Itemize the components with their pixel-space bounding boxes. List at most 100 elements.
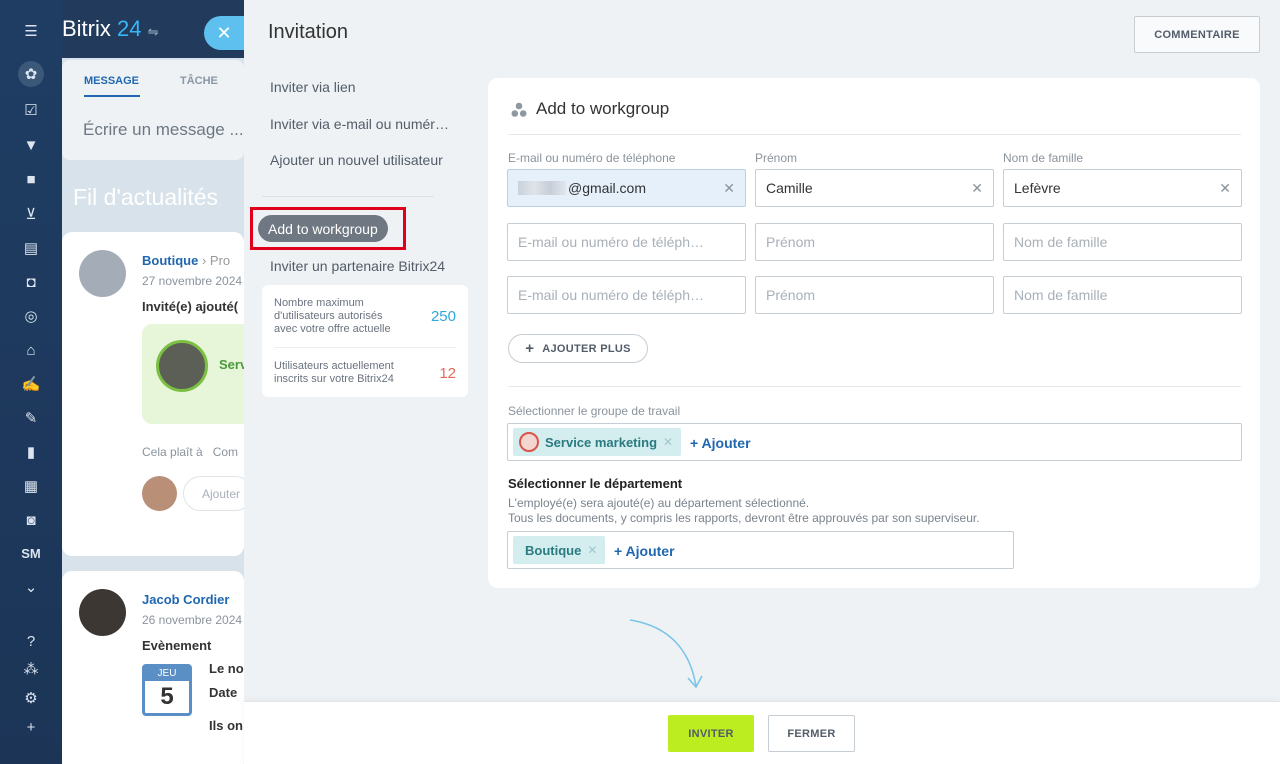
- max-users-label: Nombre maximum d'utilisateurs autorisés …: [274, 297, 391, 335]
- tasks-icon[interactable]: ☑: [18, 97, 44, 123]
- sm-item[interactable]: SM: [18, 540, 44, 566]
- lastname-field[interactable]: Lefèvre ✕: [1003, 169, 1242, 207]
- lastname-column-label: Nom de famille: [1003, 151, 1084, 165]
- firstname-field[interactable]: Camille ✕: [755, 169, 994, 207]
- email-field[interactable]: E-mail ou numéro de téléphone: [507, 276, 746, 314]
- post-author[interactable]: Jacob Cordier: [142, 592, 229, 607]
- avatar: [79, 250, 126, 297]
- nav-invite-link[interactable]: Inviter via lien: [270, 79, 452, 95]
- cart-icon[interactable]: ⊻: [18, 201, 44, 227]
- plus-icon: +: [525, 340, 535, 357]
- event-line: Date: [209, 685, 238, 700]
- footer-bar: INVITER FERMER: [244, 701, 1280, 764]
- email-field[interactable]: @gmail.com ✕: [507, 169, 746, 207]
- firstname-field[interactable]: Prénom: [755, 223, 994, 261]
- current-users-value: 12: [439, 365, 456, 382]
- tab-message[interactable]: MESSAGE: [84, 75, 140, 97]
- comment-input[interactable]: Ajouter: [183, 476, 253, 511]
- close-button[interactable]: FERMER: [768, 715, 855, 752]
- chevron-down-icon[interactable]: ⌄: [18, 574, 44, 600]
- lastname-field[interactable]: Nom de famille: [1003, 276, 1242, 314]
- department-description: L'employé(e) sera ajouté(e) au départeme…: [508, 496, 980, 525]
- close-slider-icon[interactable]: ✕: [204, 16, 244, 50]
- feed-post: Jacob Cordier 26 novembre 2024 Evènement…: [62, 571, 244, 764]
- post-author[interactable]: Boutique › Pro: [142, 253, 230, 268]
- comment-button[interactable]: COMMENTAIRE: [1134, 16, 1260, 53]
- workgroup-selector[interactable]: Service marketing ✕ + Ajouter: [507, 423, 1242, 461]
- divider: [262, 196, 434, 197]
- nav-invite-partner[interactable]: Inviter un partenaire Bitrix24: [270, 258, 450, 274]
- crm-funnel-icon[interactable]: ▼: [18, 132, 44, 158]
- arrow-annotation: [629, 619, 703, 689]
- page-title: Invitation: [268, 21, 349, 43]
- menu-icon[interactable]: ☰: [18, 18, 44, 44]
- remove-tag-icon[interactable]: ✕: [587, 543, 597, 557]
- lastname-field[interactable]: Nom de famille: [1003, 223, 1242, 261]
- invitation-slider: Invitation COMMENTAIRE Inviter via lien …: [244, 0, 1280, 764]
- user-avatar: [142, 476, 177, 511]
- email-column-label: E-mail ou numéro de téléphone: [508, 151, 676, 165]
- calendar-list-icon[interactable]: ▦: [18, 473, 44, 499]
- blurred-text: [518, 181, 566, 195]
- feed-post: Boutique › Pro 27 novembre 2024 Invité(e…: [62, 232, 253, 556]
- divider: [508, 386, 1241, 387]
- group-name: Serv: [219, 357, 248, 372]
- remove-tag-icon[interactable]: ✕: [663, 435, 673, 449]
- tab-task[interactable]: TÂCHE: [180, 75, 218, 87]
- group-avatar: [156, 340, 208, 392]
- user-limit-info: Nombre maximum d'utilisateurs autorisés …: [262, 285, 468, 397]
- workgroup-tag[interactable]: Service marketing ✕: [513, 428, 682, 456]
- robot-icon[interactable]: ◘: [18, 269, 44, 295]
- post-attachment: Serv: [142, 324, 252, 424]
- signature-icon[interactable]: ✍: [18, 371, 44, 397]
- nav-add-user[interactable]: Ajouter un nouvel utilisateur: [270, 152, 450, 168]
- firstname-column-label: Prénom: [755, 151, 798, 165]
- post-date: 26 novembre 2024: [142, 613, 243, 627]
- form-title: Add to workgroup: [536, 99, 670, 118]
- add-workgroup-link[interactable]: + Ajouter: [690, 435, 751, 451]
- post-date: 27 novembre 2024: [142, 274, 243, 288]
- plus-icon[interactable]: +: [18, 714, 44, 740]
- event-line: Ils on: [209, 718, 243, 733]
- structure-icon[interactable]: ⁂: [18, 656, 44, 682]
- analytics-icon[interactable]: ▮: [18, 439, 44, 465]
- event-line: Le no: [209, 661, 244, 676]
- calendar-icon: JEU 5: [142, 664, 192, 716]
- firstname-field[interactable]: Prénom: [755, 276, 994, 314]
- max-users-value: 250: [430, 308, 456, 325]
- department-tag[interactable]: Boutique ✕: [513, 536, 606, 564]
- workgroup-label: Sélectionner le groupe de travail: [508, 404, 681, 418]
- add-more-button[interactable]: + AJOUTER PLUS: [508, 334, 648, 363]
- box-icon[interactable]: ■: [18, 166, 44, 192]
- email-field[interactable]: E-mail ou numéro de téléphone: [507, 223, 746, 261]
- app-logo[interactable]: Bitrix 24 ⇋: [62, 16, 159, 42]
- bank-icon[interactable]: ⌂: [18, 337, 44, 363]
- left-icon-rail: ☰ ✿ ☑ ▼ ■ ⊻ ▤ ◘ ◎ ⌂ ✍ ✎ ▮ ▦ ◙ SM ⌄ ? ⁂ ⚙…: [0, 0, 62, 764]
- nav-invite-email[interactable]: Inviter via e-mail ou numéro de téléphon…: [270, 116, 450, 132]
- workgroup-icon: [511, 102, 527, 117]
- gear-icon[interactable]: ⚙: [18, 685, 44, 711]
- avatar: [79, 589, 126, 636]
- divider: [508, 134, 1241, 135]
- workgroup-form: Add to workgroup E-mail ou numéro de tél…: [488, 78, 1260, 588]
- camera-icon[interactable]: ◙: [18, 507, 44, 533]
- department-title: Sélectionner le département: [508, 476, 683, 491]
- post-text: Invité(e) ajouté(: [142, 299, 239, 314]
- invite-button[interactable]: INVITER: [668, 715, 754, 752]
- group-logo-icon: [519, 432, 539, 452]
- post-type: Evènement: [142, 638, 212, 653]
- nav-add-workgroup[interactable]: Add to workgroup: [258, 215, 388, 242]
- message-input[interactable]: Écrire un message ...: [83, 120, 244, 140]
- document-edit-icon[interactable]: ✎: [18, 405, 44, 431]
- target-icon[interactable]: ◎: [18, 303, 44, 329]
- clear-icon[interactable]: ✕: [723, 180, 735, 197]
- help-icon[interactable]: ?: [18, 628, 44, 654]
- contact-card-icon[interactable]: ▤: [18, 235, 44, 261]
- feed-icon[interactable]: ✿: [18, 61, 44, 87]
- add-department-link[interactable]: + Ajouter: [614, 543, 675, 559]
- post-actions[interactable]: Cela plaît à Com: [142, 445, 238, 459]
- clear-icon[interactable]: ✕: [971, 180, 983, 197]
- clear-icon[interactable]: ✕: [1219, 180, 1231, 197]
- current-users-label: Utilisateurs actuellement inscrits sur v…: [274, 360, 394, 385]
- department-selector[interactable]: Boutique ✕ + Ajouter: [507, 531, 1014, 569]
